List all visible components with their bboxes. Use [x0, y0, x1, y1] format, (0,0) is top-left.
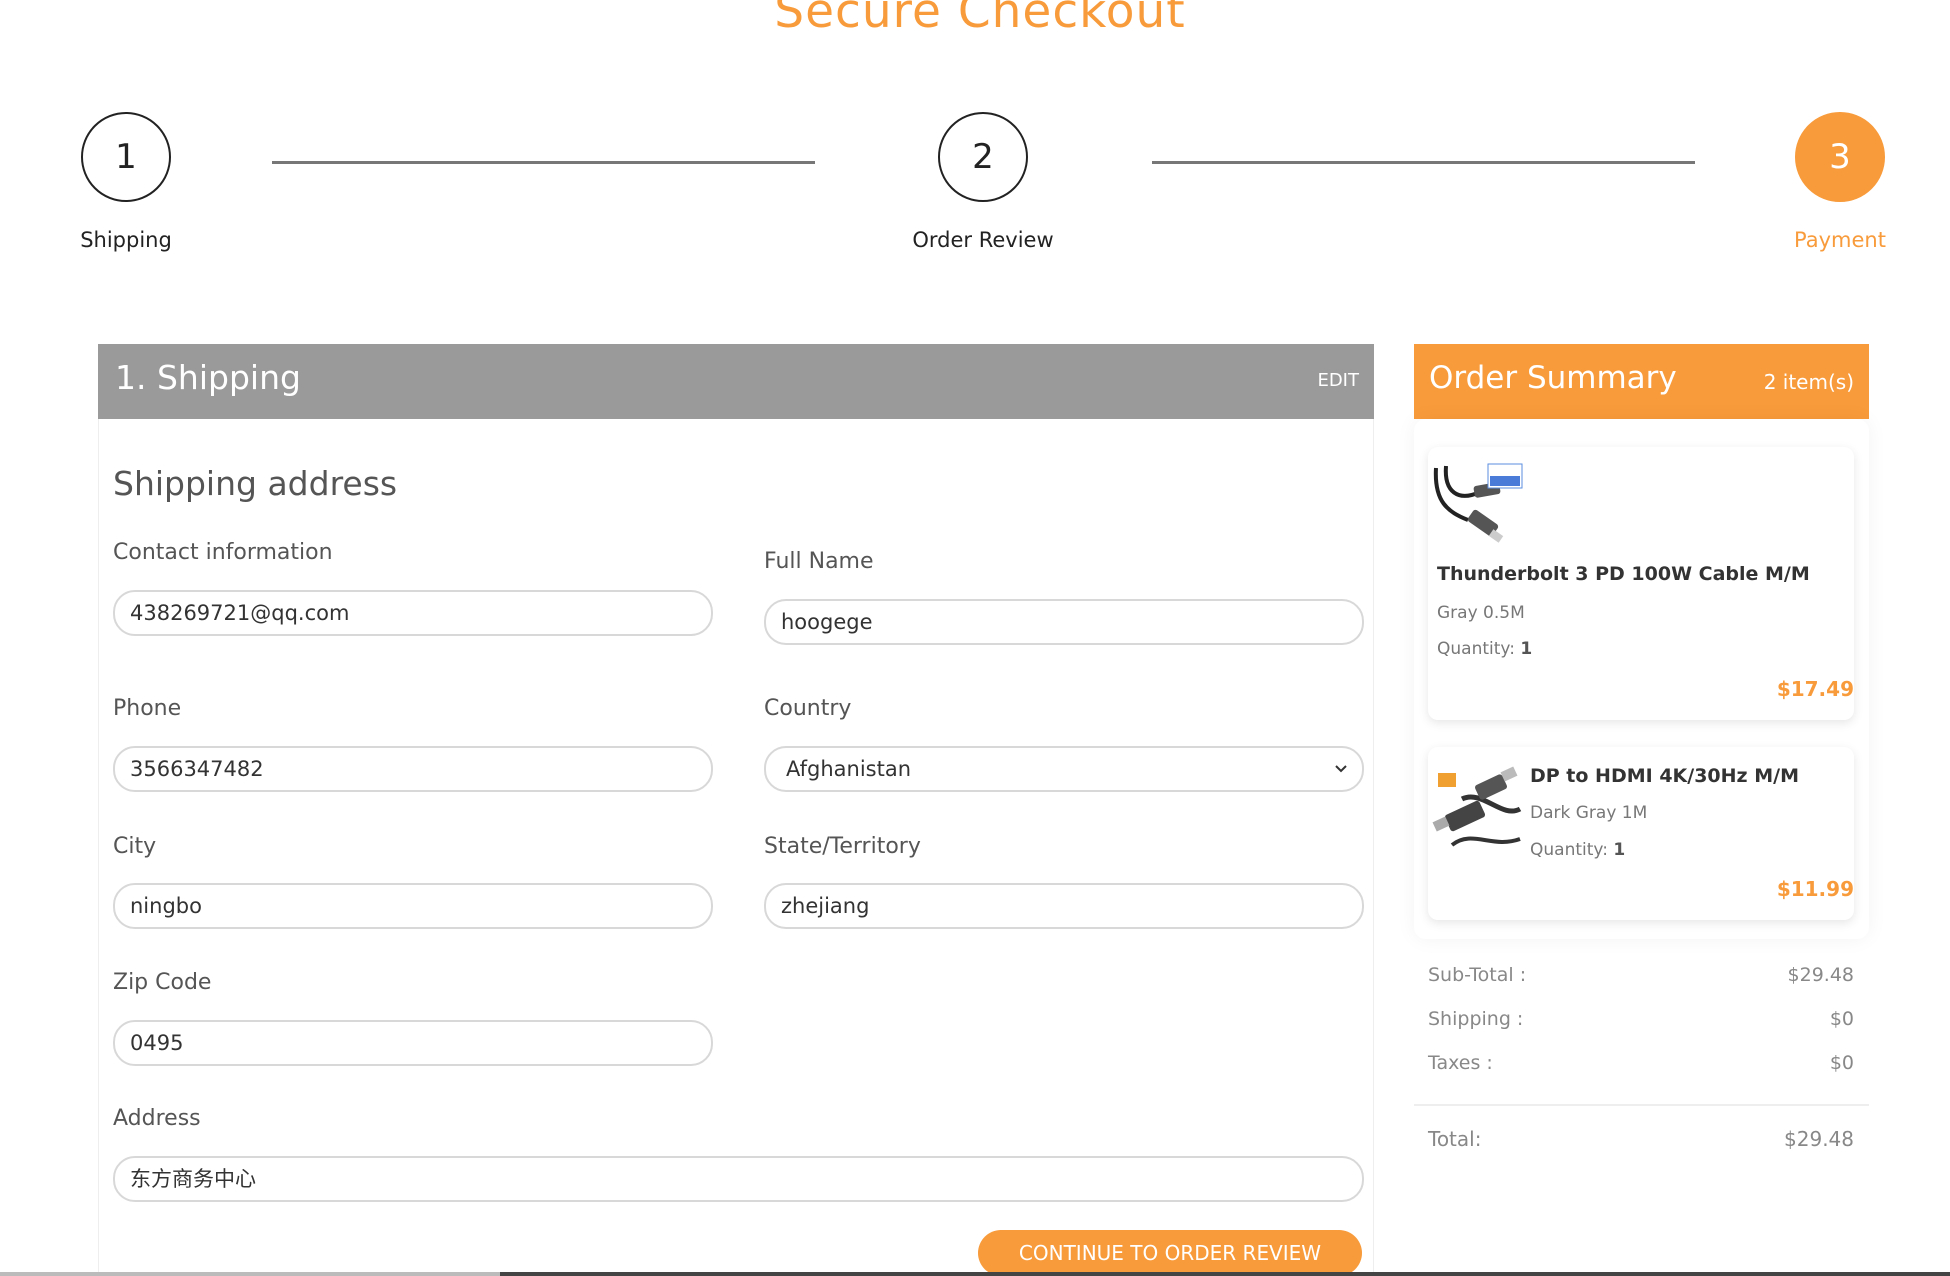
step-connector	[272, 161, 815, 164]
order-summary-title: Order Summary	[1429, 360, 1677, 396]
country-select[interactable]: Afghanistan	[764, 746, 1364, 792]
taxes-row: Taxes : $0	[1428, 1052, 1854, 1074]
full-name-field[interactable]: hoogege	[764, 599, 1364, 645]
step-payment: 3 Payment	[1740, 112, 1940, 252]
item-price: $17.49	[1776, 677, 1854, 701]
step-label: Order Review	[912, 228, 1054, 252]
subtotal-label: Sub-Total :	[1428, 964, 1527, 986]
phone-field[interactable]: 3566347482	[113, 746, 713, 792]
step-number: 1	[81, 112, 171, 202]
chevron-down-icon	[1334, 748, 1348, 804]
zip-label: Zip Code	[113, 970, 212, 995]
quantity-label: Quantity:	[1437, 639, 1515, 659]
page-title: Secure Checkout	[774, 0, 1186, 39]
taxes-value: $0	[1829, 1052, 1854, 1074]
horizontal-scrollbar[interactable]	[0, 1272, 1950, 1276]
step-connector	[1152, 161, 1695, 164]
shipping-cost-row: Shipping : $0	[1428, 1008, 1854, 1030]
total-value: $29.48	[1784, 1127, 1854, 1151]
quantity-label: Quantity:	[1530, 840, 1608, 860]
shipping-cost-label: Shipping :	[1428, 1008, 1524, 1030]
shipping-panel-title: 1. Shipping	[115, 358, 301, 397]
shipping-cost-value: $0	[1829, 1008, 1854, 1030]
product-thumbnail	[1432, 759, 1524, 859]
country-select-value: Afghanistan	[786, 757, 912, 781]
step-shipping: 1 Shipping	[26, 112, 226, 252]
address-label: Address	[113, 1106, 201, 1131]
continue-to-order-review-button[interactable]: CONTINUE TO ORDER REVIEW	[978, 1230, 1362, 1276]
zip-field[interactable]: 0495	[113, 1020, 713, 1066]
item-quantity: Quantity: 1	[1437, 639, 1532, 659]
scrollbar-thumb[interactable]	[0, 1272, 500, 1276]
state-field[interactable]: zhejiang	[764, 883, 1364, 929]
item-price: $11.99	[1776, 877, 1854, 901]
step-label: Shipping	[80, 228, 172, 252]
product-thumbnail	[1428, 462, 1524, 562]
summary-divider	[1414, 1104, 1869, 1106]
step-number: 2	[938, 112, 1028, 202]
checkout-page: Secure Checkout 1 Shipping 2 Order Revie…	[0, 0, 1950, 1276]
order-summary-header: Order Summary 2 item(s)	[1414, 344, 1869, 419]
step-order-review: 2 Order Review	[883, 112, 1083, 252]
shipping-address-heading: Shipping address	[113, 464, 398, 503]
item-variant: Gray 0.5M	[1437, 603, 1525, 623]
phone-label: Phone	[113, 696, 182, 721]
full-name-label: Full Name	[764, 549, 874, 574]
quantity-value: 1	[1613, 840, 1626, 860]
contact-label: Contact information	[113, 540, 333, 565]
step-number: 3	[1795, 112, 1885, 202]
address-field[interactable]: 东方商务中心	[113, 1156, 1364, 1202]
cart-item: Thunderbolt 3 PD 100W Cable M/M Gray 0.5…	[1428, 447, 1854, 720]
country-label: Country	[764, 696, 852, 721]
cart-item: DP to HDMI 4K/30Hz M/M Dark Gray 1M Quan…	[1428, 747, 1854, 920]
item-quantity: Quantity: 1	[1530, 840, 1625, 860]
state-label: State/Territory	[764, 834, 921, 859]
city-field[interactable]: ningbo	[113, 883, 713, 929]
subtotal-value: $29.48	[1787, 964, 1854, 986]
quantity-value: 1	[1520, 639, 1533, 659]
item-name: DP to HDMI 4K/30Hz M/M	[1530, 765, 1799, 787]
shipping-panel-header: 1. Shipping EDIT	[98, 344, 1374, 419]
city-label: City	[113, 834, 157, 859]
total-row: Total: $29.48	[1428, 1127, 1854, 1151]
edit-shipping-link[interactable]: EDIT	[1317, 370, 1359, 391]
item-name: Thunderbolt 3 PD 100W Cable M/M	[1437, 563, 1810, 585]
step-label: Payment	[1794, 228, 1886, 252]
item-count: 2 item(s)	[1763, 370, 1854, 394]
subtotal-row: Sub-Total : $29.48	[1428, 964, 1854, 986]
taxes-label: Taxes :	[1428, 1052, 1493, 1074]
item-variant: Dark Gray 1M	[1530, 803, 1648, 823]
total-label: Total:	[1428, 1127, 1482, 1151]
contact-email-field[interactable]: 438269721@qq.com	[113, 590, 713, 636]
